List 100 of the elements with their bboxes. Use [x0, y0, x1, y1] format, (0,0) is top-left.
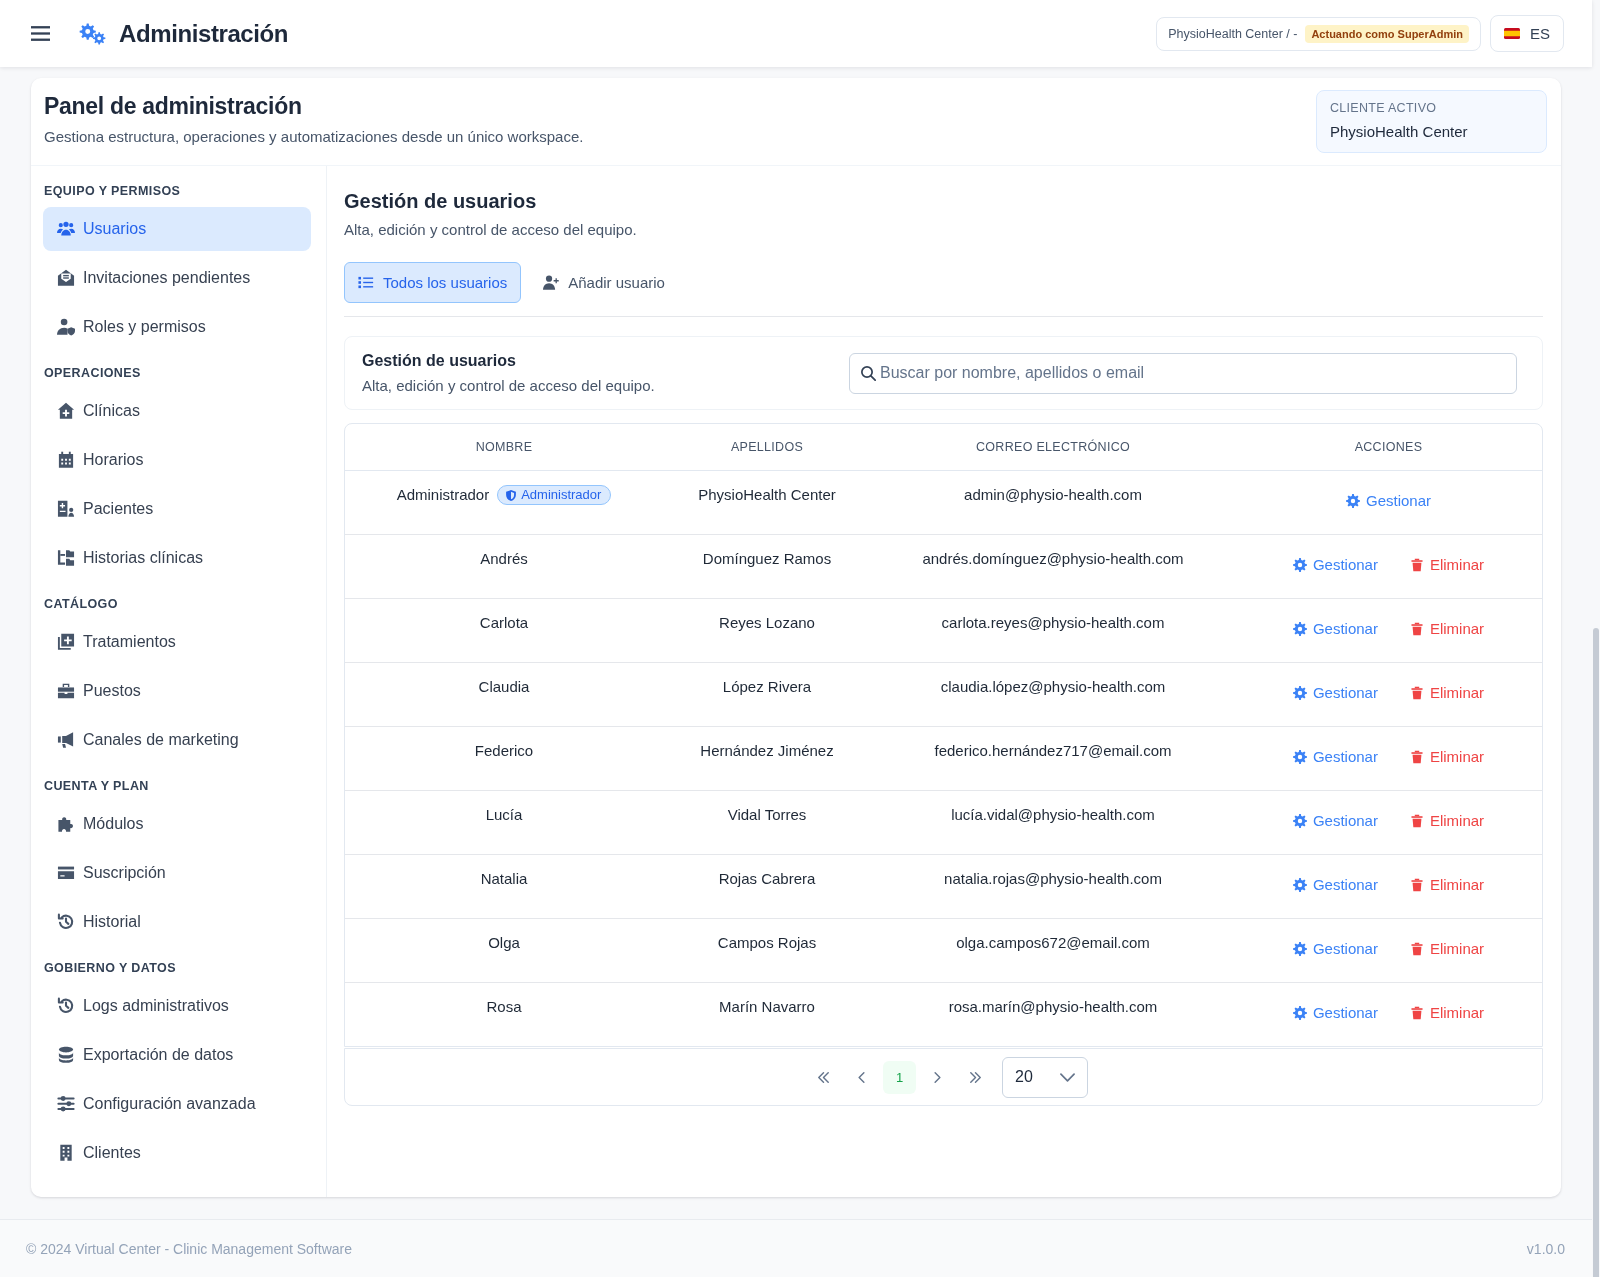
table-cell: Domínguez Ramos — [702, 549, 832, 569]
page-title: Administración — [119, 19, 289, 48]
table-cell: claudia.lópez@physio-health.com — [940, 677, 1166, 697]
gears-icon — [79, 22, 106, 45]
tab[interactable]: Todos los usuarios — [344, 262, 522, 303]
clinic-context-button[interactable]: PhysioHealth Center / - Actuando como SuperAdmin — [1156, 16, 1481, 51]
trash-icon — [1409, 942, 1424, 956]
version-text: v1.0.0 — [1526, 1240, 1565, 1257]
delete-button[interactable]: Eliminar — [1409, 619, 1485, 639]
table-cell: Lucía — [485, 805, 523, 825]
delete-button[interactable]: Eliminar — [1409, 555, 1485, 575]
sliders-icon — [57, 1095, 75, 1113]
panel-subtitle: Gestiona estructura, operaciones y automatizaciones desde un único workspace. — [44, 127, 584, 147]
manage-button[interactable]: Gestionar — [1292, 1003, 1378, 1023]
table-cell: lucía.vidal@physio-health.com — [951, 805, 1155, 825]
page-size-select[interactable]: 20 — [1002, 1056, 1088, 1098]
chevron-left-icon — [856, 1071, 867, 1083]
manage-button[interactable]: Gestionar — [1345, 491, 1431, 511]
sidebar-item[interactable]: Clínicas — [43, 389, 311, 433]
gear-icon — [1292, 1006, 1307, 1020]
flag-icon — [1504, 28, 1520, 39]
delete-button[interactable]: Eliminar — [1409, 939, 1485, 959]
table-cell: admin@physio-health.com — [964, 485, 1142, 505]
table-cell: Hernández Jiménez — [700, 741, 834, 761]
sidebar-item[interactable]: Historias clínicas — [43, 536, 311, 580]
tab[interactable]: Añadir usuario — [529, 262, 679, 303]
calendar-icon — [57, 451, 75, 469]
trash-icon — [1409, 750, 1424, 764]
card-title: Gestión de usuarios — [362, 350, 517, 371]
table-cell: Rosa — [486, 997, 522, 1017]
manage-button[interactable]: Gestionar — [1292, 875, 1378, 895]
sidebar-item[interactable]: Configuración avanzada — [43, 1082, 311, 1126]
sidebar-section-title: GOBIERNO Y DATOS — [43, 960, 177, 977]
chevron-down-icon — [1060, 1072, 1075, 1082]
sidebar-item[interactable]: Módulos — [43, 802, 311, 846]
sidebar-section-title: OPERACIONES — [43, 365, 142, 382]
sidebar-item[interactable]: Invitaciones pendientes — [43, 256, 311, 300]
sidebar-item[interactable]: Usuarios — [43, 207, 311, 251]
trash-icon — [1409, 878, 1424, 892]
table-cell: rosa.marín@physio-health.com — [948, 997, 1158, 1017]
sidebar-item[interactable]: Tratamientos — [43, 620, 311, 664]
sidebar-item[interactable]: Historial — [43, 900, 311, 944]
delete-button[interactable]: Eliminar — [1409, 811, 1485, 831]
sidebar-item[interactable]: Clientes — [43, 1131, 311, 1175]
house-plus-icon — [57, 402, 75, 420]
table-cell: carlota.reyes@physio-health.com — [941, 613, 1165, 633]
chevron-right-icon — [932, 1071, 943, 1083]
manage-button[interactable]: Gestionar — [1292, 683, 1378, 703]
manage-button[interactable]: Gestionar — [1292, 811, 1378, 831]
sidebar-item[interactable]: Pacientes — [43, 487, 311, 531]
sidebar-item[interactable]: Puestos — [43, 669, 311, 713]
trash-icon — [1409, 686, 1424, 700]
building-icon — [57, 1144, 75, 1162]
card-subtitle: Alta, edición y control de acceso del equipo. — [362, 375, 655, 396]
table-cell: Andrés — [480, 549, 528, 569]
gear-icon — [1292, 558, 1307, 572]
delete-button[interactable]: Eliminar — [1409, 1003, 1485, 1023]
panel-title: Panel de administración — [44, 92, 303, 121]
credit-card-icon — [57, 864, 75, 882]
column-header: CORREO ELECTRÓNICO — [976, 440, 1130, 454]
database-icon — [57, 1046, 75, 1064]
sidebar-item[interactable]: Canales de marketing — [43, 718, 311, 762]
manage-button[interactable]: Gestionar — [1292, 747, 1378, 767]
gear-icon — [1345, 494, 1360, 508]
sidebar-item[interactable]: Roles y permisos — [43, 305, 311, 349]
delete-button[interactable]: Eliminar — [1409, 747, 1485, 767]
sidebar-item[interactable]: Exportación de datos — [43, 1033, 311, 1077]
manage-button[interactable]: Gestionar — [1292, 939, 1378, 959]
puzzle-icon — [57, 815, 75, 833]
trash-icon — [1409, 814, 1424, 828]
user-plus-icon — [543, 275, 560, 290]
history-icon — [57, 913, 75, 931]
megaphone-icon — [57, 731, 75, 749]
sidebar-item[interactable]: Suscripción — [43, 851, 311, 895]
table-cell: Olga — [488, 933, 520, 953]
trash-icon — [1409, 558, 1424, 572]
shield-icon — [506, 489, 517, 501]
sidebar-item[interactable]: Logs administrativos — [43, 984, 311, 1028]
sidebar-item[interactable]: Horarios — [43, 438, 311, 482]
list-icon — [358, 275, 374, 290]
trash-icon — [1409, 622, 1424, 636]
history-icon — [57, 997, 75, 1015]
table-cell: Federico — [474, 741, 534, 761]
scrollbar-thumb[interactable] — [1593, 628, 1599, 1277]
table-cell: olga.campos672@email.com — [956, 933, 1150, 953]
table-cell: andrés.domínguez@physio-health.com — [922, 549, 1184, 569]
delete-button[interactable]: Eliminar — [1409, 683, 1485, 703]
search-field[interactable]: Buscar por nombre, apellidos o email — [849, 352, 1517, 394]
menu-icon[interactable] — [31, 26, 50, 41]
gear-icon — [1292, 814, 1307, 828]
superadmin-badge: Actuando como SuperAdmin — [1305, 24, 1469, 43]
language-button[interactable]: ES — [1490, 15, 1564, 52]
envelope-icon — [57, 269, 75, 287]
role-label: Administrador — [521, 486, 602, 504]
sidebar-section-title: CATÁLOGO — [43, 596, 119, 613]
manage-button[interactable]: Gestionar — [1292, 619, 1378, 639]
section-title: Gestión de usuarios — [344, 189, 538, 214]
delete-button[interactable]: Eliminar — [1409, 875, 1485, 895]
manage-button[interactable]: Gestionar — [1292, 555, 1378, 575]
table-cell: natalia.rojas@physio-health.com — [944, 869, 1162, 889]
